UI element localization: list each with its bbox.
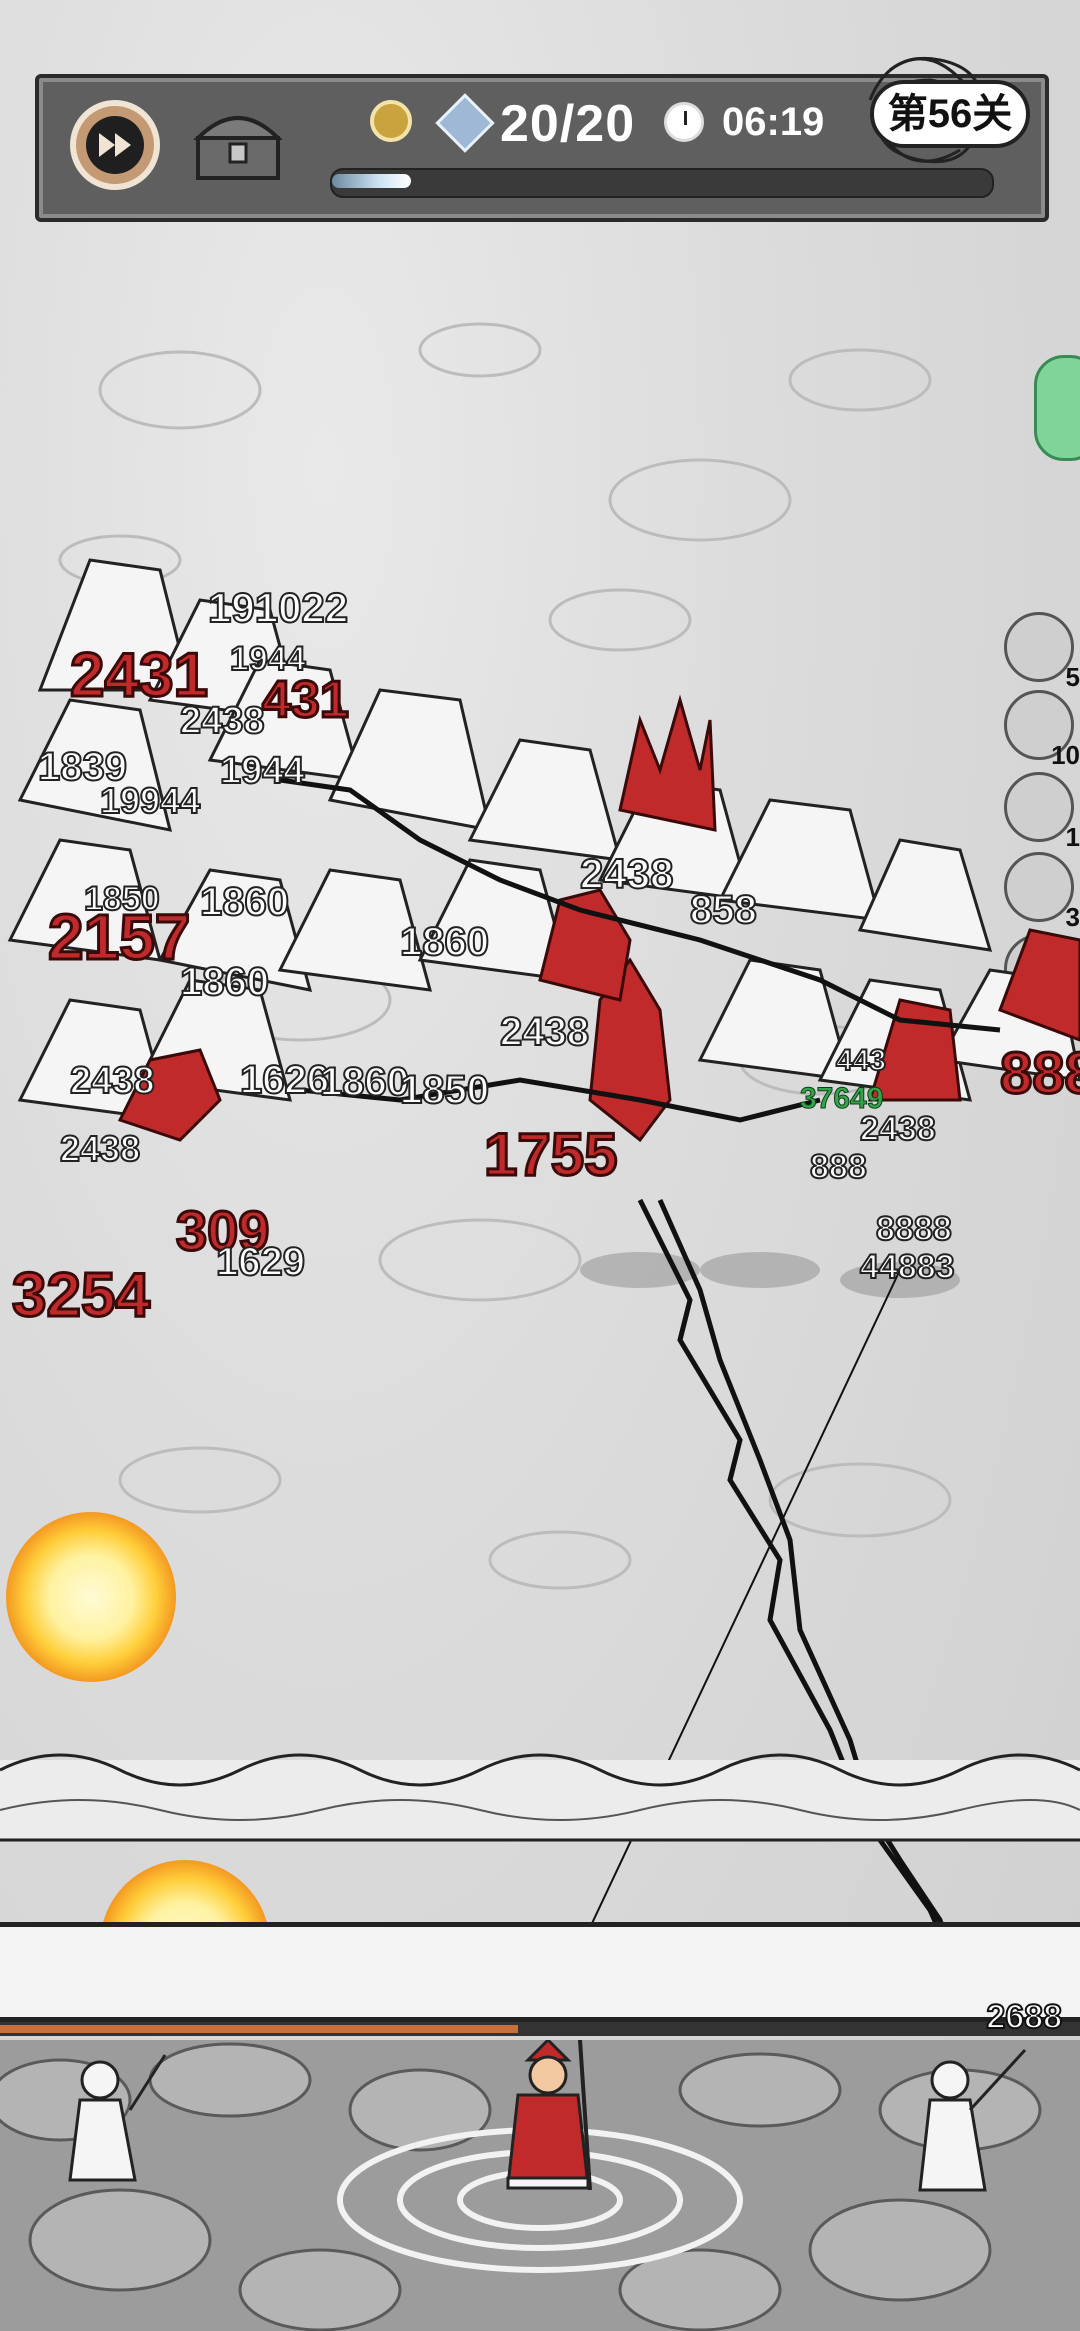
river-line bbox=[0, 1753, 1080, 1842]
clock-icon bbox=[664, 102, 704, 142]
damage-number: 2438 bbox=[499, 1009, 590, 1055]
fast-forward-icon bbox=[99, 133, 131, 157]
damage-number: 1850 bbox=[399, 1067, 490, 1113]
damage-number: 2438 bbox=[69, 1059, 156, 1103]
wave-progress-fill bbox=[332, 174, 412, 188]
damage-number: 2438 bbox=[179, 699, 266, 743]
damage-number: 431 bbox=[261, 670, 351, 731]
damage-number: 8888 bbox=[875, 1209, 953, 1249]
hero-mage-right bbox=[918, 2048, 1027, 2192]
damage-number: 1860 bbox=[319, 1059, 410, 1105]
hero-mage-left bbox=[68, 2054, 167, 2182]
damage-number: 1860 bbox=[199, 879, 290, 925]
damage-number: 888 bbox=[999, 1040, 1080, 1108]
damage-number: 3254 bbox=[11, 1260, 152, 1332]
damage-number: 19944 bbox=[99, 779, 201, 822]
game-stage: 20/20 06:19 第56关 5 10 1 3 191022 2431 19… bbox=[0, 0, 1080, 2331]
fast-forward-button[interactable] bbox=[70, 100, 160, 190]
damage-number: 858 bbox=[689, 887, 758, 933]
timer: 06:19 bbox=[722, 100, 825, 144]
damage-number: 1755 bbox=[482, 1120, 618, 1190]
damage-number: 1860 bbox=[399, 919, 490, 965]
damage-number: 2438 bbox=[579, 849, 674, 898]
treasure-chest-button[interactable] bbox=[190, 104, 286, 184]
damage-number: 1860 bbox=[179, 959, 270, 1005]
treasure-chest-icon bbox=[193, 116, 283, 180]
fireball bbox=[6, 1512, 176, 1682]
side-menu-tab[interactable] bbox=[1034, 355, 1080, 461]
damage-number: 2438 bbox=[859, 1109, 937, 1149]
damage-number: 1626 bbox=[239, 1057, 330, 1103]
damage-number: 443 bbox=[835, 1043, 887, 1078]
gold-coin-icon bbox=[370, 100, 412, 142]
wall-hp-fill bbox=[0, 2025, 519, 2033]
wave-counter: 20/20 bbox=[500, 95, 636, 153]
damage-number: 2157 bbox=[46, 900, 191, 975]
wall-hp-value: 2688 bbox=[985, 1997, 1063, 2037]
wall-hp-bar bbox=[0, 2022, 1080, 2036]
damage-number: 44883 bbox=[859, 1247, 956, 1287]
damage-number: 888 bbox=[809, 1147, 868, 1187]
damage-number: 2438 bbox=[59, 1127, 141, 1170]
damage-number: 1629 bbox=[215, 1239, 306, 1285]
damage-number: 1944 bbox=[219, 749, 306, 793]
defense-wall bbox=[0, 1922, 1080, 2022]
stage-level-label: 第56关 bbox=[870, 80, 1030, 148]
hero-santa-mage bbox=[506, 2040, 592, 2191]
damage-number: 191022 bbox=[207, 583, 349, 632]
